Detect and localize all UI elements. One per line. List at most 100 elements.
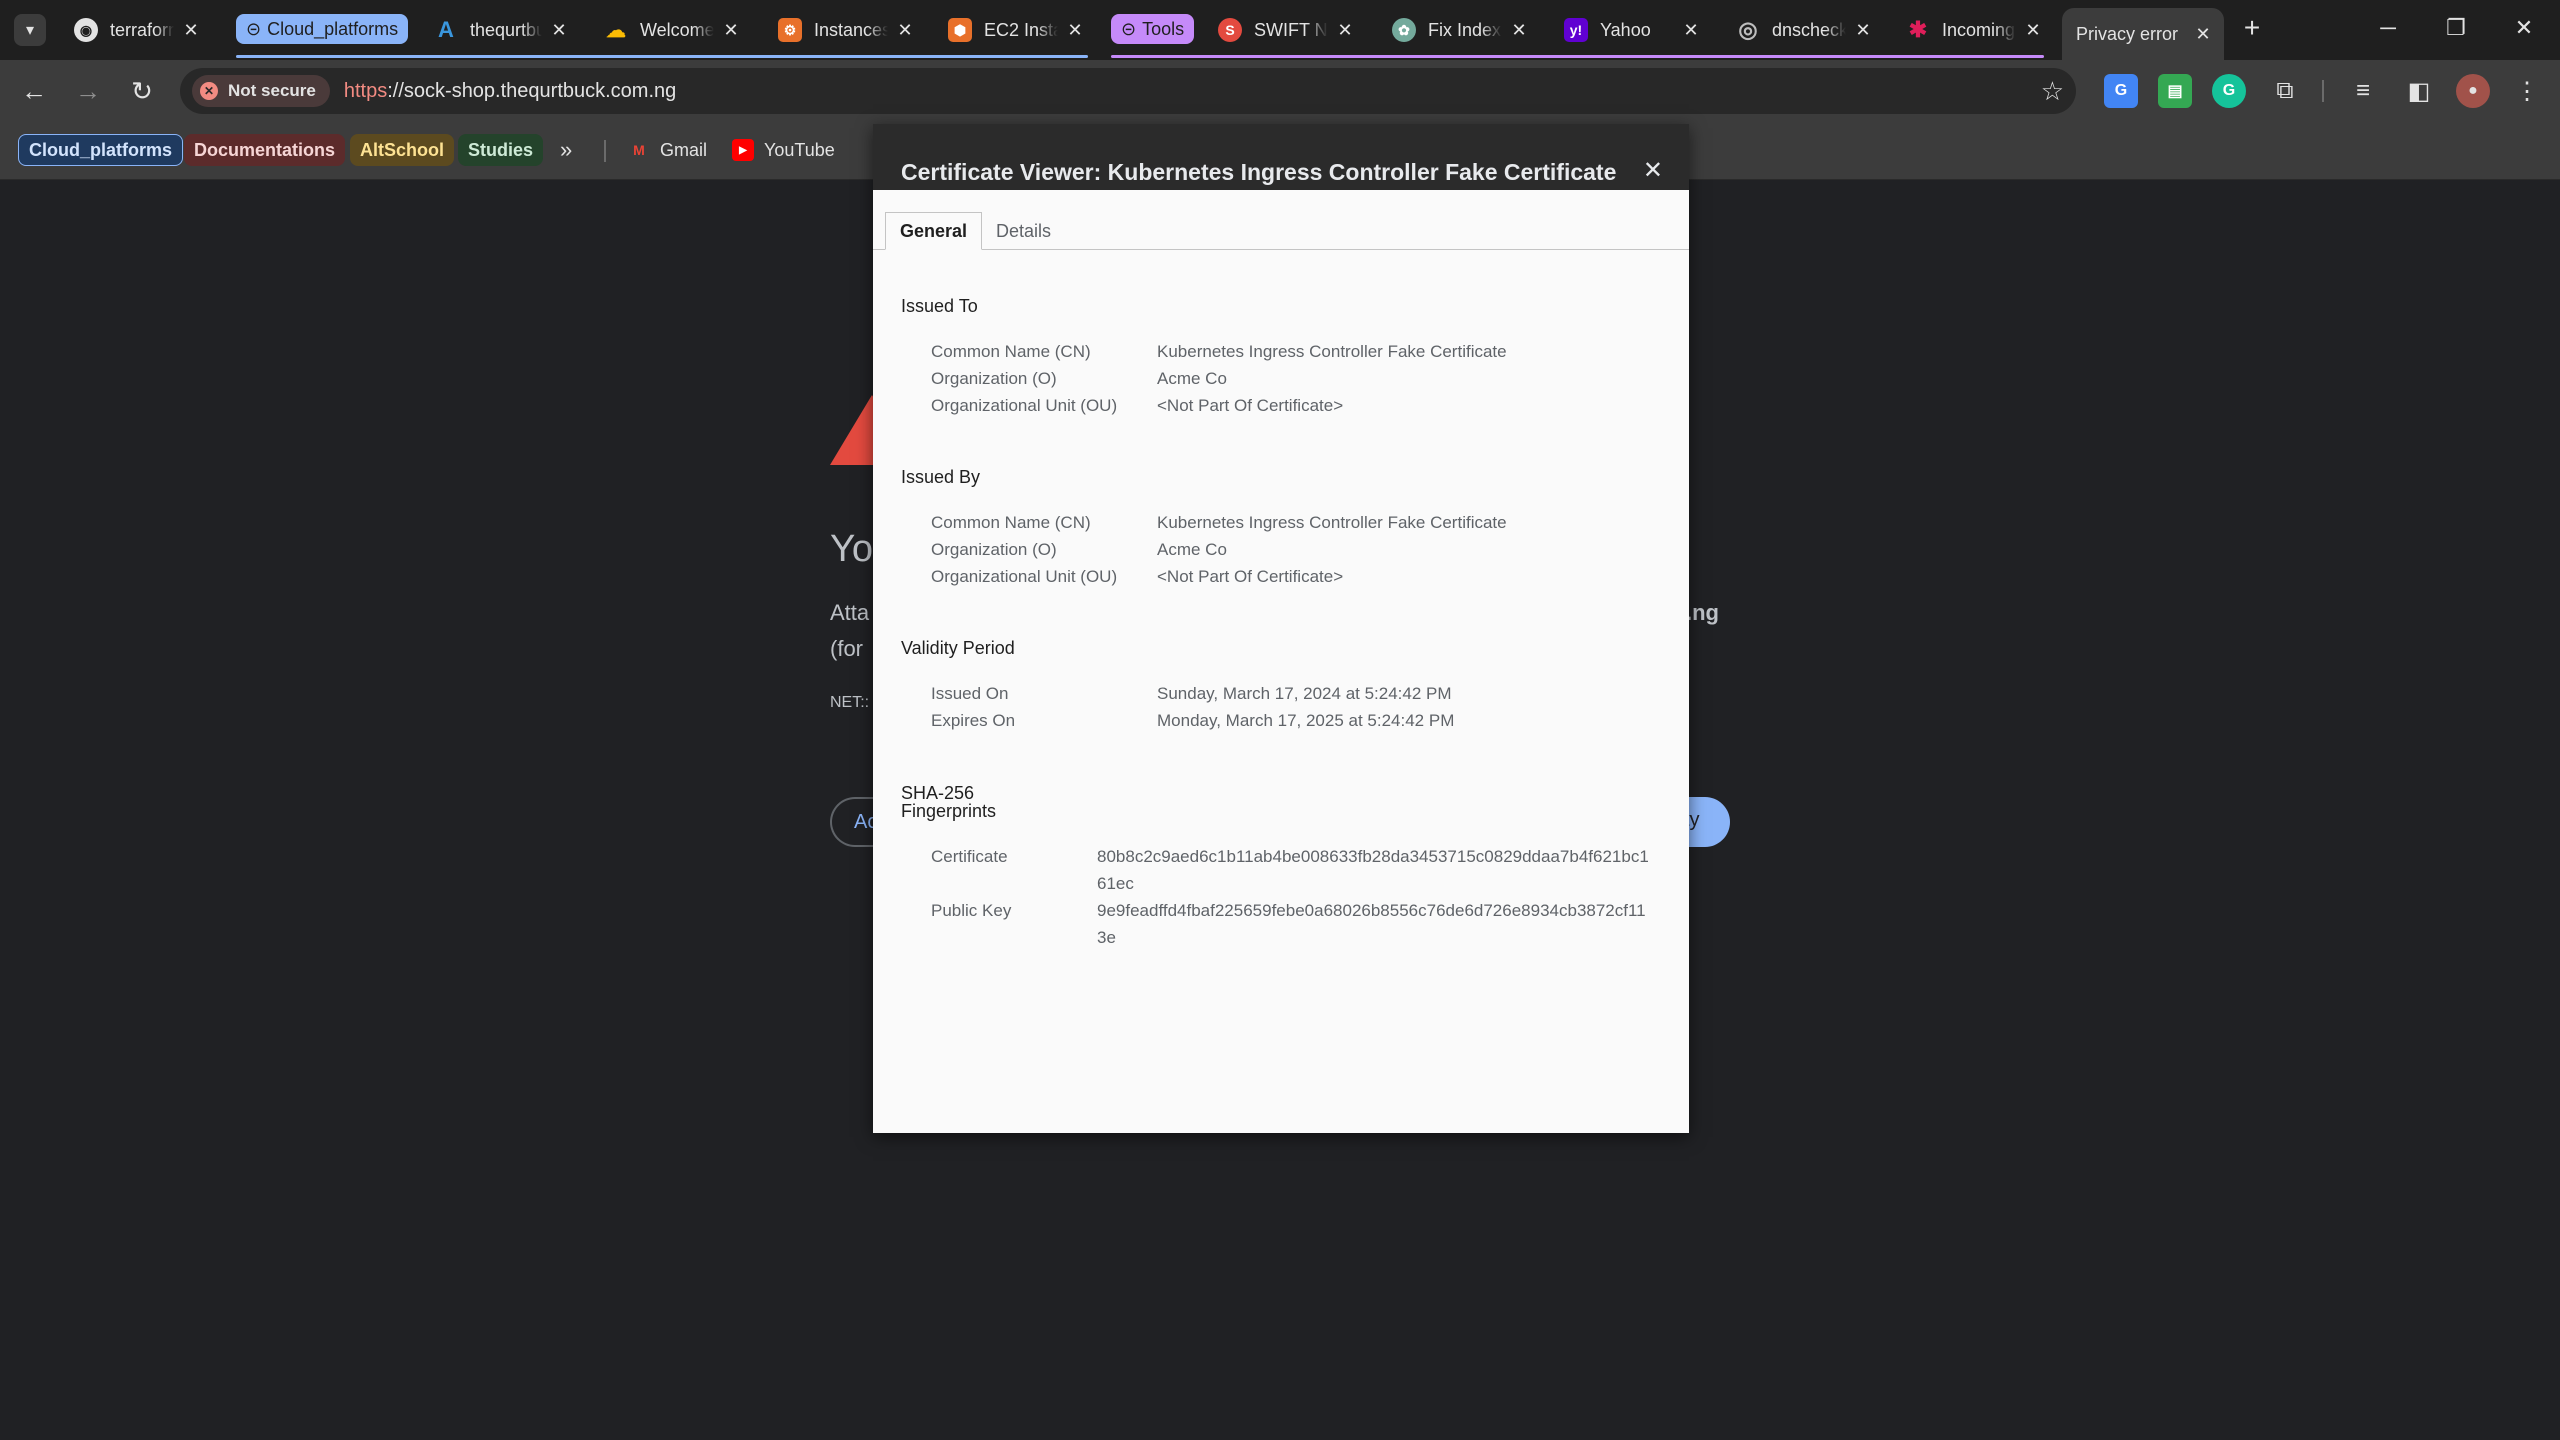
media-controls-icon[interactable]: ≡ bbox=[2346, 74, 2380, 108]
address-bar[interactable]: ✕ Not secure https://sock-shop.thequrtbu… bbox=[180, 68, 2076, 114]
bookmarks-overflow-icon[interactable]: » bbox=[560, 134, 572, 166]
tab-group-cloud-platforms[interactable]: ⊝ Cloud_platforms bbox=[236, 14, 409, 44]
tab-title: Incoming bbox=[1942, 19, 2016, 40]
swift-icon: S bbox=[1218, 18, 1242, 42]
issued-to-heading: Issued To bbox=[901, 296, 978, 316]
pubkey-fingerprint-label: Public Key bbox=[931, 901, 1012, 920]
tab-close-icon[interactable]: ✕ bbox=[2192, 23, 2214, 45]
tab-title: Fix Index bbox=[1428, 19, 1502, 40]
issued-by-ou-label: Organizational Unit (OU) bbox=[931, 567, 1118, 586]
extension-green-icon[interactable]: ▤ bbox=[2158, 74, 2192, 108]
tab-close-icon[interactable]: ✕ bbox=[2022, 19, 2044, 41]
issued-on-label: Issued On bbox=[931, 684, 1009, 703]
minimize-icon[interactable]: ─ bbox=[2356, 6, 2420, 50]
menu-kebab-icon[interactable]: ⋮ bbox=[2510, 74, 2544, 108]
tab-search-chevron-icon[interactable]: ▾ bbox=[14, 14, 46, 46]
bookmarks-divider bbox=[604, 140, 606, 162]
certificate-tabs: General Details bbox=[873, 212, 1689, 250]
tab-swift[interactable]: S SWIFT N ✕ bbox=[1204, 8, 1366, 52]
browser-toolbar: ← → ↻ ✕ Not secure https://sock-shop.the… bbox=[0, 60, 2560, 122]
side-panel-icon[interactable]: ◧ bbox=[2402, 74, 2436, 108]
cert-fingerprint-value: 80b8c2c9aed6c1b11ab4be008633fb28da345371… bbox=[1097, 847, 1649, 893]
dialog-title: Certificate Viewer: Kubernetes Ingress C… bbox=[901, 159, 1617, 185]
url-scheme: https bbox=[343, 79, 388, 102]
bookmark-youtube[interactable]: ▶ YouTube bbox=[732, 134, 835, 166]
issued-to-o-label: Organization (O) bbox=[931, 369, 1057, 388]
tab-instances[interactable]: ⚙ Instances ✕ bbox=[764, 8, 926, 52]
tab-close-icon[interactable]: ✕ bbox=[1680, 19, 1702, 41]
back-arrow-icon[interactable]: ← bbox=[16, 73, 52, 109]
chatgpt-icon: ✿ bbox=[1392, 18, 1416, 42]
bookmark-folder-documentations[interactable]: Documentations bbox=[184, 134, 346, 166]
bookmark-folder-studies[interactable]: Studies bbox=[458, 134, 544, 166]
tab-yahoo[interactable]: y! Yahoo ✕ bbox=[1550, 8, 1712, 52]
github-icon: ◉ bbox=[74, 18, 98, 42]
issued-to-o-value: Acme Co bbox=[1157, 369, 1227, 388]
tab-close-icon[interactable]: ✕ bbox=[1064, 19, 1086, 41]
profile-avatar[interactable]: ● bbox=[2456, 74, 2490, 108]
tab-close-icon[interactable]: ✕ bbox=[720, 19, 742, 41]
privacy-error-code: NET:: bbox=[830, 694, 870, 711]
tab-close-icon[interactable]: ✕ bbox=[180, 19, 202, 41]
fingerprints-heading-line1: SHA-256 bbox=[901, 783, 975, 803]
privacy-error-body-line2: (for bbox=[830, 636, 863, 661]
new-tab-button[interactable]: + bbox=[2236, 12, 2268, 44]
tab-close-icon[interactable]: ✕ bbox=[894, 19, 916, 41]
tab-privacy-error[interactable]: Privacy error ✕ bbox=[2062, 8, 2224, 60]
tab-close-icon[interactable]: ✕ bbox=[548, 19, 570, 41]
cert-fingerprint-label: Certificate bbox=[931, 847, 1008, 866]
tab-group-icon: ⊝ bbox=[1121, 18, 1137, 39]
grammarly-icon[interactable]: G bbox=[2212, 74, 2246, 108]
extensions-puzzle-icon[interactable]: ⧉ bbox=[2268, 74, 2302, 108]
not-secure-chip[interactable]: ✕ Not secure bbox=[192, 75, 330, 107]
bookmark-folder-cloud-platforms[interactable]: Cloud_platforms bbox=[18, 134, 184, 166]
forward-arrow-icon[interactable]: → bbox=[70, 73, 106, 109]
issued-by-o-label: Organization (O) bbox=[931, 540, 1057, 559]
toolbar-divider bbox=[2322, 80, 2324, 102]
bookmark-gmail[interactable]: M Gmail bbox=[628, 134, 707, 166]
tab-thequrtbuck[interactable]: A thequrtbuck ✕ bbox=[420, 8, 580, 52]
privacy-error-heading: Yo bbox=[830, 528, 873, 570]
pubkey-fingerprint-value: 9e9feadffd4fbaf225659febe0a68026b8556c76… bbox=[1097, 901, 1646, 947]
tab-general[interactable]: General bbox=[885, 212, 983, 250]
reload-icon[interactable]: ↻ bbox=[124, 73, 160, 109]
issued-to-cn-label: Common Name (CN) bbox=[931, 342, 1091, 361]
dnschecker-icon: ◎ bbox=[1738, 17, 1758, 42]
warning-x-icon: ✕ bbox=[200, 82, 218, 100]
expires-on-label: Expires On bbox=[931, 711, 1016, 730]
fingerprints-heading-line2: Fingerprints bbox=[901, 801, 997, 821]
not-secure-label: Not secure bbox=[228, 81, 316, 100]
tab-title: Welcome bbox=[640, 19, 714, 40]
issued-to-ou-value: <Not Part Of Certificate> bbox=[1157, 396, 1344, 415]
tab-group-icon: ⊝ bbox=[246, 18, 262, 39]
dialog-close-icon[interactable]: ✕ bbox=[1643, 156, 1663, 185]
tab-group-tools[interactable]: ⊝ Tools bbox=[1111, 14, 1195, 44]
issued-by-cn-value: Kubernetes Ingress Controller Fake Certi… bbox=[1157, 513, 1507, 532]
tab-close-icon[interactable]: ✕ bbox=[1334, 19, 1356, 41]
close-window-icon[interactable]: ✕ bbox=[2492, 6, 2556, 50]
tab-dnschecker[interactable]: ◎ dnschecker ✕ bbox=[1722, 8, 1884, 52]
google-translate-icon[interactable]: G bbox=[2104, 74, 2138, 108]
tab-close-icon[interactable]: ✕ bbox=[1852, 19, 1874, 41]
tab-close-icon[interactable]: ✕ bbox=[1508, 19, 1530, 41]
tab-incoming[interactable]: ✱ Incoming ✕ bbox=[1892, 8, 2054, 52]
url-host: ://sock-shop.thequrtbuck.com.ng bbox=[387, 79, 677, 102]
tab-welcome[interactable]: ☁ Welcome ✕ bbox=[590, 8, 752, 52]
tab-terraform[interactable]: ◉ terraform ✕ bbox=[60, 8, 212, 52]
tab-ec2-instances[interactable]: ⬢ EC2 Instances ✕ bbox=[934, 8, 1096, 52]
tab-strip: ▾ ◉ terraform ✕ ⊝ Cloud_platforms A theq… bbox=[0, 0, 2560, 60]
bookmark-star-icon[interactable]: ☆ bbox=[2041, 76, 2064, 107]
tab-title: Instances bbox=[814, 19, 888, 40]
tab-fix-index[interactable]: ✿ Fix Index ✕ bbox=[1378, 8, 1540, 52]
yahoo-icon: y! bbox=[1564, 18, 1588, 42]
dialog-header: Certificate Viewer: Kubernetes Ingress C… bbox=[873, 124, 1689, 190]
issued-by-cn-label: Common Name (CN) bbox=[931, 513, 1091, 532]
fingerprints-heading: SHA-256 Fingerprints bbox=[901, 784, 996, 820]
tab-details[interactable]: Details bbox=[982, 212, 1065, 250]
url-text[interactable]: https://sock-shop.thequrtbuck.com.ng bbox=[344, 80, 676, 103]
youtube-icon: ▶ bbox=[732, 139, 754, 161]
restore-icon[interactable]: ❐ bbox=[2424, 6, 2488, 50]
bookmark-folder-altschool[interactable]: AltSchool bbox=[350, 134, 454, 166]
bookmark-label: Gmail bbox=[660, 139, 708, 160]
validity-heading: Validity Period bbox=[901, 638, 1015, 658]
